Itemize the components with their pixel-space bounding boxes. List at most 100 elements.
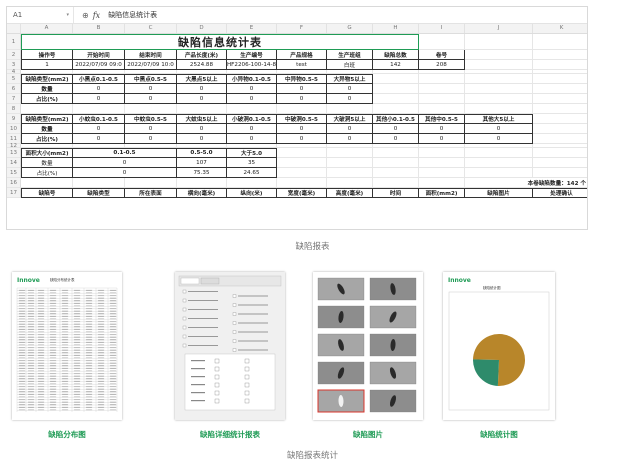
row-number[interactable]: 7 — [7, 94, 21, 104]
info-header-cell[interactable]: 产品长度(米) — [177, 50, 227, 60]
defect-type-header[interactable]: 中蚊虫0.5-5 — [125, 114, 177, 124]
sheet-cell[interactable] — [465, 84, 533, 94]
defect-type-header[interactable]: 其他中0.5-5 — [419, 114, 465, 124]
sheet-cell[interactable] — [419, 148, 465, 158]
row-number[interactable]: 1 — [7, 34, 21, 50]
detail-header-cell[interactable]: 纵向(米) — [227, 188, 277, 198]
table-cell[interactable]: 0 — [327, 94, 373, 104]
sheet-cell[interactable] — [419, 74, 465, 84]
sheet-cell[interactable] — [419, 178, 465, 188]
table-cell[interactable]: 35 — [227, 158, 277, 168]
detail-header-cell[interactable]: 所在表面 — [125, 188, 177, 198]
thumbnail-statistics-chart[interactable]: Innove 缺陷统计图 — [443, 272, 555, 420]
defect-type-header[interactable]: 小蚊虫0.1-0.5 — [73, 114, 125, 124]
sheet-cell[interactable] — [533, 158, 587, 168]
sheet-cell[interactable] — [419, 104, 465, 114]
sheet-cell[interactable] — [465, 34, 533, 50]
table-cell[interactable]: 0 — [73, 134, 125, 144]
table-cell[interactable]: 0 — [125, 124, 177, 134]
info-value-cell[interactable]: 142 — [373, 60, 419, 70]
defect-type-header[interactable]: 中黑点0.5-5 — [125, 74, 177, 84]
info-value-cell[interactable]: HF2206-100-14-8 — [227, 60, 277, 70]
table-cell[interactable]: 24.65 — [227, 168, 277, 178]
table-cell[interactable]: 0 — [327, 134, 373, 144]
row-number[interactable]: 2 — [7, 50, 21, 60]
sheet-cell[interactable] — [277, 148, 327, 158]
info-value-cell[interactable]: 208 — [419, 60, 465, 70]
table-cell[interactable]: 数量 — [21, 124, 73, 134]
sheet-cell[interactable] — [177, 104, 227, 114]
defect-type-header[interactable]: 大黑点5以上 — [177, 74, 227, 84]
table-cell[interactable]: 0 — [465, 134, 533, 144]
detail-header-cell[interactable]: 面积(mm2) — [419, 188, 465, 198]
column-header[interactable]: K — [533, 24, 587, 33]
sheet-cell[interactable] — [277, 104, 327, 114]
column-header[interactable]: C — [125, 24, 177, 33]
sheet-cell[interactable] — [327, 158, 373, 168]
thumbnail-distribution[interactable]: Innove 缺陷分布统计表 — [12, 272, 122, 420]
table-cell[interactable]: 0 — [277, 134, 327, 144]
detail-header-cell[interactable]: 缺陷类型 — [73, 188, 125, 198]
table-cell[interactable]: 0 — [419, 124, 465, 134]
row-number[interactable]: 9 — [7, 114, 21, 124]
table-cell[interactable]: 占比(%) — [21, 168, 73, 178]
sheet-cell[interactable] — [533, 148, 587, 158]
table-cell[interactable]: 0 — [73, 124, 125, 134]
sheet-cell[interactable] — [533, 168, 587, 178]
sheet-cell[interactable] — [277, 158, 327, 168]
info-value-cell[interactable]: 2022/07/09 09:0 — [73, 60, 125, 70]
detail-header-cell[interactable]: 高度(毫米) — [327, 188, 373, 198]
table-cell[interactable]: 0 — [327, 84, 373, 94]
sheet-cell[interactable] — [177, 178, 227, 188]
column-header[interactable]: D — [177, 24, 227, 33]
table-cell[interactable]: 0 — [125, 94, 177, 104]
sheet-cell[interactable] — [533, 50, 587, 60]
table-cell[interactable]: 0 — [125, 84, 177, 94]
sheet-cell[interactable] — [533, 94, 587, 104]
area-header[interactable]: 大于5.0 — [227, 148, 277, 158]
area-header[interactable]: 0.5-5.0 — [177, 148, 227, 158]
thumbnail-detail-report[interactable] — [175, 272, 285, 420]
sheet-cell[interactable] — [533, 84, 587, 94]
sheet-cell[interactable] — [465, 74, 533, 84]
sheet-cell[interactable] — [373, 104, 419, 114]
row-number[interactable]: 14 — [7, 158, 21, 168]
sheet-cell[interactable] — [125, 104, 177, 114]
area-header[interactable]: 0.1-0.5 — [73, 148, 177, 158]
row-number[interactable]: 8 — [7, 104, 21, 114]
function-icon[interactable]: fx — [93, 11, 100, 20]
column-header[interactable]: B — [73, 24, 125, 33]
info-header-cell[interactable]: 生产编号 — [227, 50, 277, 60]
detail-header-cell[interactable]: 宽度(毫米) — [277, 188, 327, 198]
detail-header-cell[interactable]: 缺陷号 — [21, 188, 73, 198]
table-cell[interactable]: 数量 — [21, 158, 73, 168]
sheet-cell[interactable] — [533, 124, 587, 134]
sheet-cell[interactable] — [277, 168, 327, 178]
detail-header-cell[interactable]: 处理确认 — [533, 188, 587, 198]
row-number[interactable]: 13 — [7, 148, 21, 158]
column-header[interactable]: J — [465, 24, 533, 33]
info-value-cell[interactable]: 2022/07/09 10:0 — [125, 60, 177, 70]
sheet-cell[interactable] — [373, 74, 419, 84]
row-number[interactable]: 10 — [7, 124, 21, 134]
column-header[interactable]: F — [277, 24, 327, 33]
info-value-cell[interactable]: test — [277, 60, 327, 70]
defect-type-header[interactable]: 大破洞5以上 — [327, 114, 373, 124]
defect-type-header[interactable]: 其他小0.1-0.5 — [373, 114, 419, 124]
sheet-cell[interactable] — [21, 104, 73, 114]
row-number[interactable]: 16 — [7, 178, 21, 188]
sheet-cell[interactable] — [73, 104, 125, 114]
sheet-cell[interactable] — [533, 104, 587, 114]
table-cell[interactable]: 0 — [227, 134, 277, 144]
table-cell[interactable]: 0 — [277, 84, 327, 94]
sheet-cell[interactable] — [373, 178, 419, 188]
table-cell[interactable]: 0 — [73, 84, 125, 94]
defect-type-header[interactable]: 缺陷类型(mm2) — [21, 114, 73, 124]
sheet-cell[interactable] — [465, 148, 533, 158]
row-number[interactable]: 6 — [7, 84, 21, 94]
sheet-cell[interactable] — [373, 158, 419, 168]
info-header-cell[interactable]: 卷号 — [419, 50, 465, 60]
table-cell[interactable]: 数量 — [21, 84, 73, 94]
detail-header-cell[interactable]: 横向(毫米) — [177, 188, 227, 198]
table-cell[interactable]: 0 — [177, 124, 227, 134]
